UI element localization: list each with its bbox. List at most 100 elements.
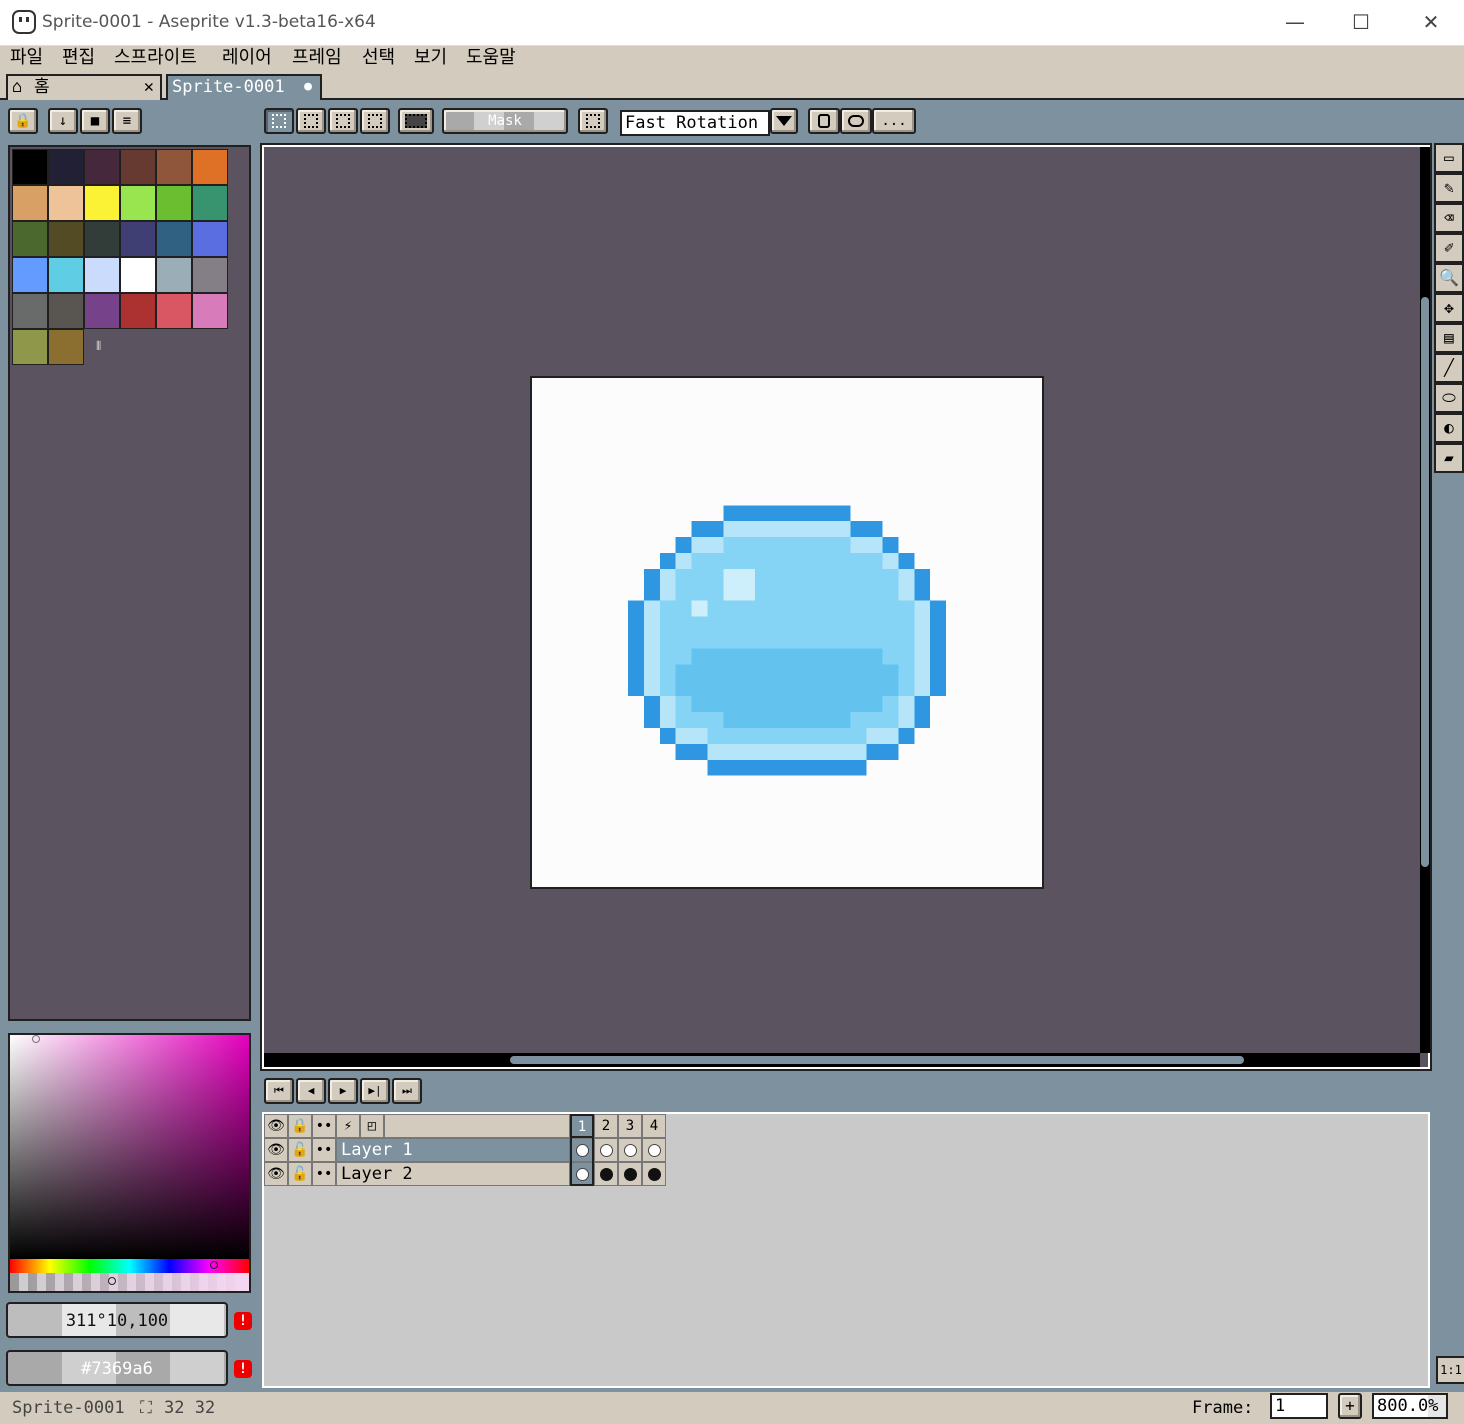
sv-cursor[interactable] [32,1035,40,1043]
menu-sprite[interactable]: 스프라이트 [114,46,197,70]
palette-swatch[interactable] [48,293,84,329]
layer-name[interactable]: Layer 1 [336,1138,570,1162]
cancel-transform-button[interactable] [840,108,872,134]
modified-dot-icon[interactable]: ● [304,76,312,98]
unlock-icon[interactable]: 🔓 [288,1138,312,1162]
pivot-button[interactable] [578,108,608,134]
selection-replace-button[interactable] [264,108,294,134]
more-options-button[interactable]: ... [872,108,916,134]
line-icon[interactable]: ╱ [1434,353,1464,383]
layer-options-icon[interactable]: ◰ [360,1114,384,1138]
palette-swatch[interactable] [192,185,228,221]
palette-swatch[interactable] [12,257,48,293]
cel[interactable] [570,1138,594,1162]
tab-home[interactable]: ⌂ 홈 ✕ [6,74,162,100]
gradient-icon[interactable]: ▤ [1434,323,1464,353]
pencil-icon[interactable]: ✎ [1434,173,1464,203]
palette-swatch[interactable] [156,221,192,257]
saturation-value-box[interactable] [10,1035,249,1259]
layer-row[interactable]: 👁 🔓 •• Layer 1 [264,1138,666,1162]
rectangular-marquee-icon[interactable]: ▭ [1434,143,1464,173]
menu-frame[interactable]: 프레임 [292,46,342,70]
menu-help[interactable]: 도움말 [466,46,516,70]
menu-view[interactable]: 보기 [414,46,447,70]
lock-icon[interactable]: 🔒 [288,1114,312,1138]
link-icon[interactable]: •• [312,1138,336,1162]
palette-swatch[interactable] [120,149,156,185]
horizontal-scrollbar[interactable] [264,1053,1420,1067]
eye-icon[interactable]: 👁 [264,1138,288,1162]
blur-icon[interactable]: ▰ [1434,443,1464,473]
new-frame-button[interactable]: + [1338,1393,1362,1419]
horizontal-scroll-thumb[interactable] [510,1056,1244,1064]
menu-file[interactable]: 파일 [10,46,43,70]
palette-options-button[interactable]: ≡ [112,108,142,134]
palette-swatch[interactable] [156,149,192,185]
drop-pixels-button[interactable] [808,108,840,134]
palette-swatch[interactable] [120,185,156,221]
palette-swatch[interactable] [12,293,48,329]
alpha-cursor[interactable] [108,1277,116,1285]
palette-sort-button[interactable]: ↓ [48,108,78,134]
minimize-button[interactable]: — [1260,0,1330,46]
layer-row[interactable]: 👁 🔓 •• Layer 2 [264,1162,666,1186]
ellipse-icon[interactable]: ⬭ [1434,383,1464,413]
eye-icon[interactable]: 👁 [264,1162,288,1186]
hue-slider[interactable] [10,1259,249,1273]
palette-swatch[interactable] [48,185,84,221]
frame-header-1[interactable]: 1 [570,1114,594,1138]
cel[interactable] [594,1162,618,1186]
palette-swatch[interactable] [156,257,192,293]
cel[interactable] [594,1138,618,1162]
palette-swatch[interactable] [48,149,84,185]
layer-name[interactable]: Layer 2 [336,1162,570,1186]
move-icon[interactable]: ✥ [1434,293,1464,323]
menu-edit[interactable]: 편집 [62,46,95,70]
hue-cursor[interactable] [210,1261,218,1269]
selection-intersect-button[interactable] [360,108,390,134]
alpha-slider[interactable] [10,1273,249,1291]
eraser-icon[interactable]: ⌫ [1434,203,1464,233]
sprite-canvas[interactable] [530,376,1044,889]
tab-sprite[interactable]: Sprite-0001 ● [166,74,322,100]
continuous-icon[interactable]: •• [312,1114,336,1138]
selection-add-button[interactable] [296,108,326,134]
zoom-reset-button[interactable]: 1:1 [1436,1356,1464,1384]
cel[interactable] [642,1138,666,1162]
palette-swatch[interactable] [84,257,120,293]
eyedropper-icon[interactable]: ✐ [1434,233,1464,263]
frame-header-4[interactable]: 4 [642,1114,666,1138]
warning-icon[interactable]: ! [234,1360,252,1378]
palette-swatch[interactable] [12,329,48,365]
palette-swatch[interactable] [120,293,156,329]
menu-layer[interactable]: 레이어 [222,46,272,70]
vertical-scrollbar[interactable] [1420,147,1430,1053]
palette-swatch[interactable] [84,185,120,221]
palette-presets-button[interactable]: ■ [80,108,110,134]
palette-swatch[interactable] [120,221,156,257]
palette-swatch[interactable] [192,149,228,185]
previous-frame-button[interactable]: ◀ [296,1078,326,1104]
contour-icon[interactable]: ◐ [1434,413,1464,443]
unlock-icon[interactable]: 🔓 [288,1162,312,1186]
menu-select[interactable]: 선택 [362,46,395,70]
selection-subtract-button[interactable] [328,108,358,134]
palette-swatch[interactable] [12,185,48,221]
palette-swatch[interactable] [48,257,84,293]
play-button[interactable]: ▶ [328,1078,358,1104]
zoom-icon[interactable]: 🔍 [1434,263,1464,293]
selection-mode-button[interactable] [398,108,434,134]
frame-input[interactable]: 1 [1270,1393,1328,1419]
last-frame-button[interactable]: ⏭ [392,1078,422,1104]
rotation-algorithm-select[interactable]: Fast Rotation [620,110,770,136]
hsv-color-field[interactable]: 311°10,100 [6,1302,228,1338]
onion-skin-icon[interactable]: ⚡ [336,1114,360,1138]
close-icon[interactable]: ✕ [144,76,154,98]
hex-color-field[interactable]: #7369a6 [6,1350,228,1386]
next-frame-button[interactable]: ▶| [360,1078,390,1104]
palette-swatch[interactable] [48,221,84,257]
cel[interactable] [570,1162,594,1186]
first-frame-button[interactable]: ⏮ [264,1078,294,1104]
frame-header-3[interactable]: 3 [618,1114,642,1138]
frame-header-2[interactable]: 2 [594,1114,618,1138]
